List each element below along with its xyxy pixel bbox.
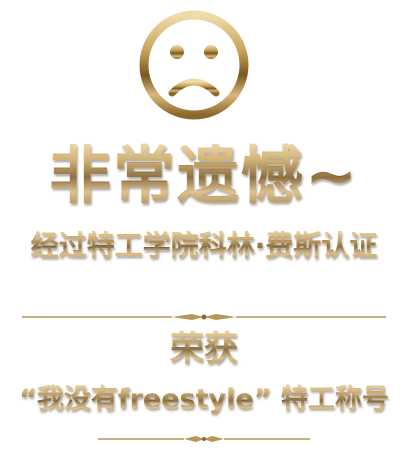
award-title: “我没有freestyle” 特工称号 bbox=[0, 382, 408, 418]
certification-text: 经过特工学院科林·费斯认证 bbox=[0, 228, 408, 264]
award-label: 荣获 bbox=[0, 328, 408, 370]
ornamental-divider bbox=[22, 314, 386, 320]
sad-face-icon bbox=[139, 10, 249, 120]
result-card: 非常遗憾~ 经过特工学院科林·费斯认证 荣获 “我没有freestyle” 特工… bbox=[0, 0, 408, 452]
ornamental-divider bbox=[98, 436, 310, 442]
result-headline: 非常遗憾~ bbox=[0, 140, 408, 212]
